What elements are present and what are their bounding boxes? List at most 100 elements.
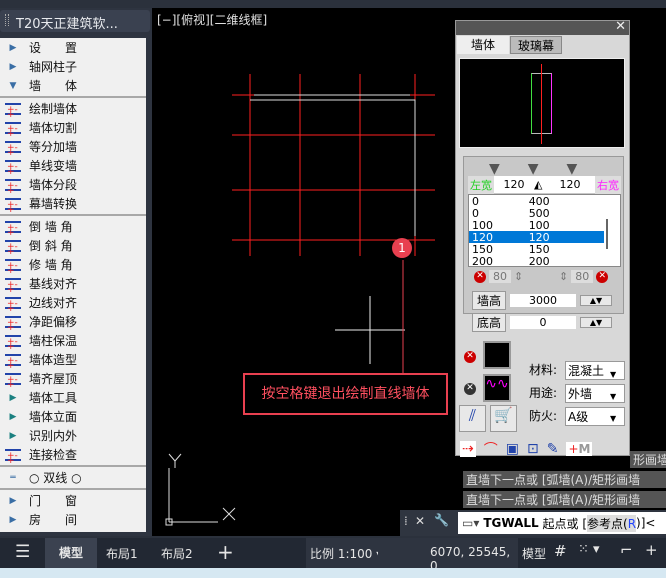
width-list-row[interactable]: 100 100 <box>469 219 604 232</box>
pick-params-icon[interactable]: 🛒 <box>490 405 517 432</box>
rect-wall-icon[interactable]: ▣ <box>506 441 519 457</box>
taskbar-strip <box>0 568 666 578</box>
wrench-icon[interactable]: 🔧 <box>434 513 449 527</box>
right-width-input[interactable]: 120 <box>550 178 590 191</box>
wall-settings-panel: ✕ 墙体 玻璃幕 ▼▼▼ 左宽 120 ◭ 120 右宽 0 400 0 500 100… <box>455 19 630 459</box>
triangle-right-icon: ▶ <box>9 430 17 441</box>
width-list-row[interactable]: 120 120 <box>469 231 604 244</box>
history-line: 形画墙 <box>630 451 666 468</box>
menu-item[interactable]: +-+ 倒 墙 角 <box>0 217 146 237</box>
base-height-spinner[interactable]: ▲▼ <box>580 317 613 328</box>
select-dropdown-icons[interactable]: ▼ ▼ ▼ <box>610 364 616 430</box>
snap-icon[interactable]: ⁙ ▾ <box>578 542 600 557</box>
grid-icon[interactable]: # <box>554 542 567 560</box>
width-list-row[interactable]: 200 200 <box>469 255 604 268</box>
triangle-down-icon: ▼ <box>9 80 17 91</box>
left-spinner[interactable]: ⇕ <box>514 270 523 283</box>
ucs-icon <box>165 453 236 526</box>
coordinates-readout: 6070, 25545, 0 <box>378 538 518 573</box>
right-spinner[interactable]: ⇕ <box>559 270 568 283</box>
menu-item[interactable]: +-+ 幕墙转换 <box>0 194 146 214</box>
menu-item[interactable]: ▶ 识别内外 <box>0 426 146 445</box>
menu-item[interactable]: +-+ 等分加墙 <box>0 137 146 157</box>
menu-item[interactable]: +-+ 边线对齐 <box>0 293 146 313</box>
terminal-icon[interactable]: ▭▾ <box>462 516 479 530</box>
menu-item[interactable]: +-+ 倒 斜 角 <box>0 236 146 256</box>
menu-item[interactable]: ▶ 墙体立面 <box>0 407 146 426</box>
menu-item[interactable]: +-+ 基线对齐 <box>0 274 146 294</box>
menu-item[interactable]: +-+ 墙齐屋顶 <box>0 369 146 389</box>
tab-layout1[interactable]: 布局1 <box>106 545 138 562</box>
add-layout-button[interactable]: + <box>217 540 234 564</box>
close-icon[interactable]: ✕ <box>615 19 626 34</box>
wall-height-spinner[interactable]: ▲▼ <box>580 295 613 306</box>
mirror-icon[interactable]: ◭ <box>534 178 550 191</box>
menu-item[interactable]: +-+ 墙柱保温 <box>0 331 146 351</box>
wall-height-button[interactable]: 墙高 <box>472 291 507 310</box>
snap-toggle[interactable]: +M <box>566 442 593 456</box>
eyedropper-icon[interactable]: ✎ <box>547 441 559 457</box>
wall-brush-icon[interactable]: ⫽ <box>459 405 486 432</box>
command-name: TGWALL <box>483 516 539 530</box>
option-reference-point[interactable]: 参考点(R <box>587 514 637 532</box>
list-scrollbar[interactable] <box>606 219 608 249</box>
menu-item[interactable]: +-+ 墙体切割 <box>0 118 146 138</box>
width-list-row[interactable]: 0 400 <box>469 195 604 208</box>
grip-icon[interactable] <box>5 14 9 26</box>
width-list[interactable]: 0 400 0 500 100 100 120 120 150 150 200 200 <box>468 194 621 268</box>
fix-corner-icon: +-+ <box>3 257 23 275</box>
tab-curtain-wall[interactable]: 玻璃幕 <box>510 36 562 54</box>
polar-icon[interactable]: + <box>645 541 658 559</box>
menu-item[interactable]: ▶ 墙体工具 <box>0 388 146 407</box>
left-width-input[interactable]: 120 <box>494 178 534 191</box>
menu-item-label: 墙体工具 <box>29 391 78 405</box>
tab-wall[interactable]: 墙体 <box>457 36 509 54</box>
disable-right-icon[interactable]: ✕ <box>596 270 609 283</box>
preset-arrows[interactable]: ▼▼▼ <box>489 161 605 177</box>
palette-title-bar[interactable]: T20天正建筑软... <box>0 10 150 32</box>
menu-item[interactable]: +-+ 修 墙 角 <box>0 255 146 275</box>
width-list-row[interactable]: 150 150 <box>469 243 604 256</box>
disable-insulation-icon[interactable]: ✕ <box>464 383 476 395</box>
panel-title-bar[interactable]: ✕ <box>456 19 629 35</box>
grip-icon[interactable]: ⁞ <box>404 514 408 528</box>
tab-layout2[interactable]: 布局2 <box>161 545 193 562</box>
scale-select[interactable]: 比例 1:100 ▾ <box>306 538 387 568</box>
viewport-controls[interactable]: [−][俯视][二维线框] <box>157 11 267 28</box>
menu-icon[interactable]: ☰ <box>15 542 30 562</box>
menu-item[interactable]: ▶ 轴网柱子 <box>0 57 146 76</box>
menu-item-label: 门 窗 <box>29 494 78 508</box>
menu-item[interactable]: ▶ 门 窗 <box>0 491 146 510</box>
command-input[interactable]: ▭▾ TGWALL 起点或 [ 参考点(R )]< <box>458 512 666 534</box>
disable-left-icon[interactable]: ✕ <box>474 270 486 283</box>
model-space-button[interactable]: 模型 <box>522 545 546 562</box>
close-icon[interactable]: ✕ <box>415 514 425 528</box>
tab-model[interactable]: 模型 <box>45 538 98 568</box>
width-list-row[interactable]: 0 500 <box>469 207 604 220</box>
menu-item[interactable]: ▶ 设 置 <box>0 38 146 57</box>
disable-hatch-icon[interactable]: ✕ <box>464 351 476 363</box>
menu-item[interactable]: +-+ 墙体分段 <box>0 175 146 195</box>
base-height-button[interactable]: 底高 <box>472 313 507 332</box>
straight-wall-icon[interactable]: ⇢ <box>460 441 476 457</box>
hatch-pattern-preview[interactable] <box>483 341 511 369</box>
left-spin-input[interactable]: 80 <box>489 270 511 283</box>
menu-item[interactable]: +-+ 连接检查 <box>0 445 146 465</box>
menu-item[interactable]: ▶ 房 间 <box>0 510 146 529</box>
wall-height-input[interactable]: 3000 <box>510 294 577 307</box>
menu-item[interactable]: +-+ 单线变墙 <box>0 156 146 176</box>
tool-palette: T20天正建筑软... ▶ 设 置 ▶ 轴网柱子 ▼ 墙 体 +-+ 绘制墙体 +-+ 墙体切割 +… <box>0 8 152 536</box>
menu-item[interactable]: +-+ 绘制墙体 <box>0 99 146 119</box>
menu-item[interactable]: ═ ○ 双线 ○ <box>0 468 146 487</box>
menu-item[interactable]: +-+ 墙体造型 <box>0 350 146 370</box>
room-wall-icon[interactable]: ⊡ <box>527 441 539 457</box>
insulation-pattern-preview[interactable]: ∿∿ <box>483 374 511 402</box>
base-height-input[interactable]: 0 <box>510 316 577 329</box>
right-spin-input[interactable]: 80 <box>571 270 594 283</box>
wall-preview <box>459 58 625 148</box>
menu-item[interactable]: ▼ 墙 体 <box>0 76 146 95</box>
arc-wall-icon[interactable]: ⌒ <box>484 439 498 459</box>
menu-item[interactable]: +-+ 净距偏移 <box>0 312 146 332</box>
menu-item-label: 墙体造型 <box>29 353 78 367</box>
ortho-icon[interactable]: ⌐ <box>620 541 633 559</box>
